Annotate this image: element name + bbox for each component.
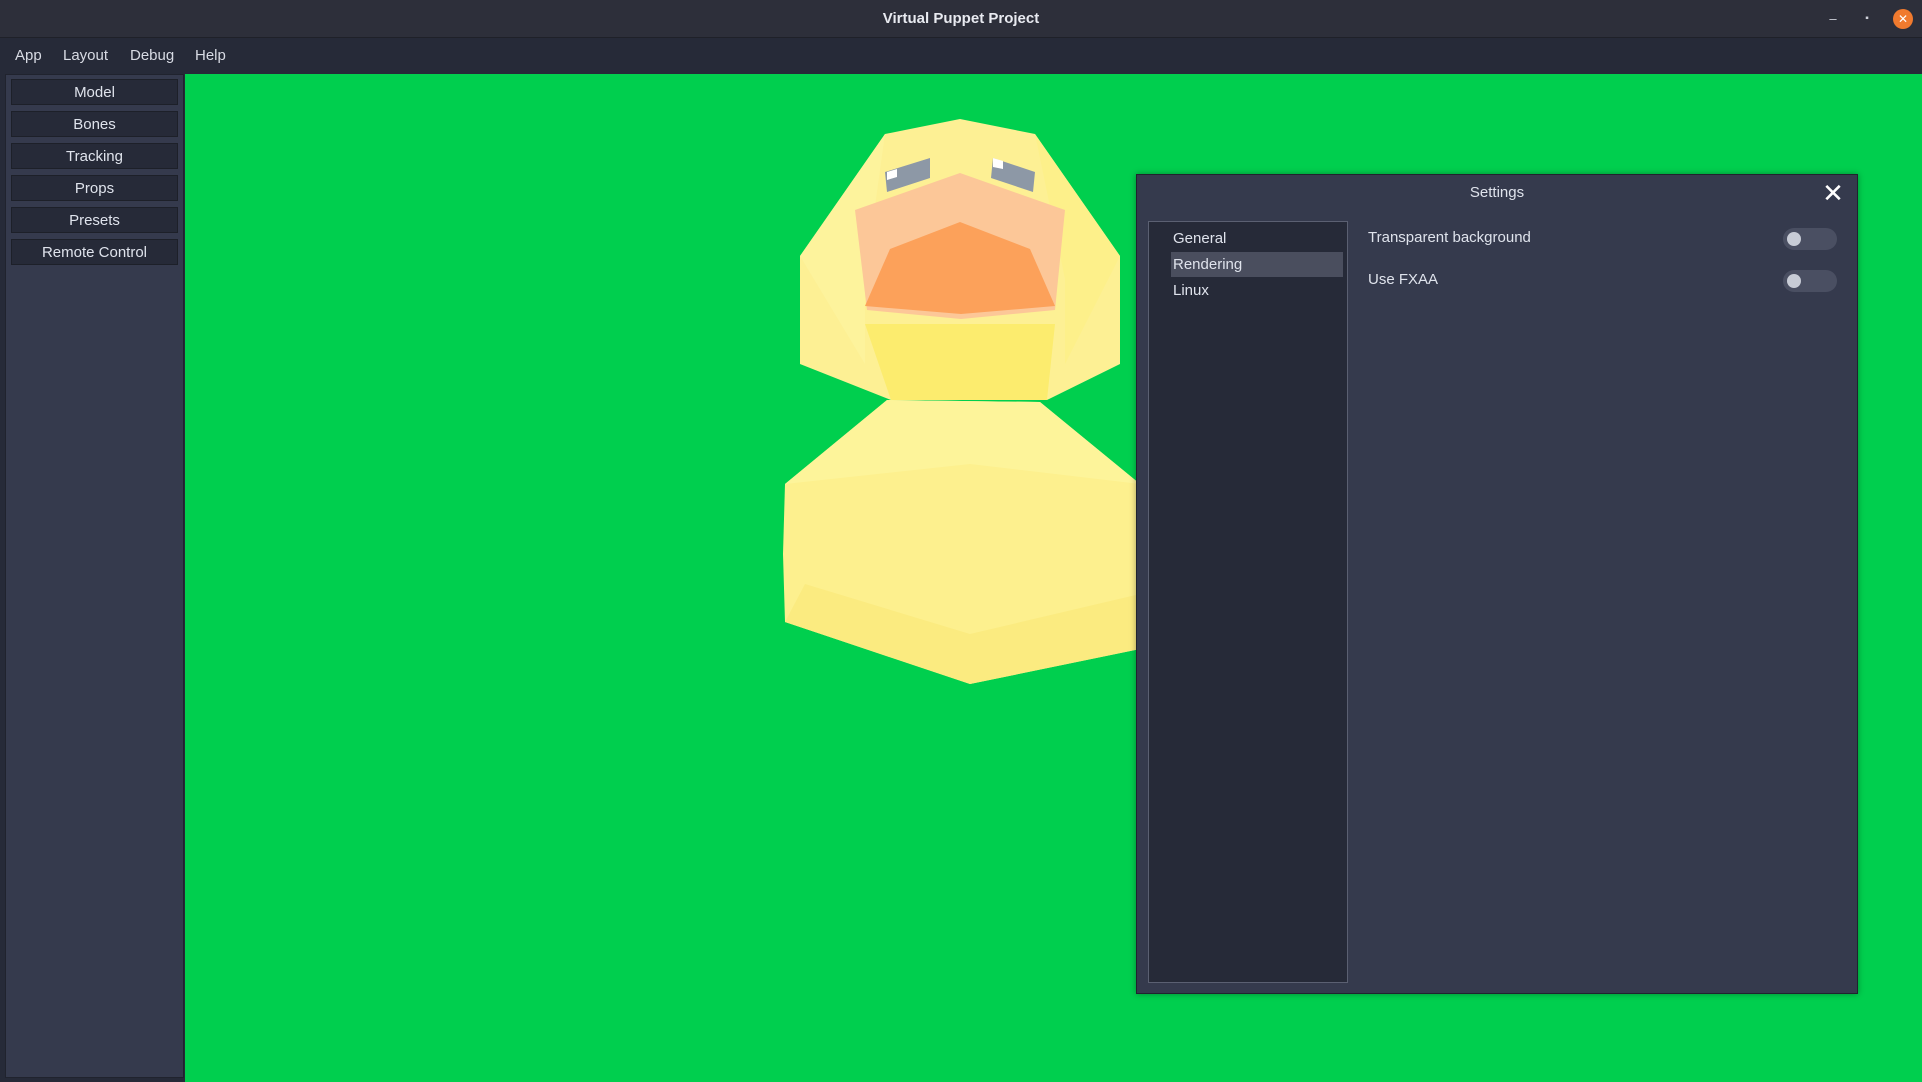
sidebar-button-presets[interactable]: Presets [11, 207, 178, 233]
transparent-background-label: Transparent background [1368, 229, 1531, 246]
toggle-knob [1787, 274, 1801, 288]
window-title: Virtual Puppet Project [882, 10, 1040, 27]
menu-layout[interactable]: Layout [63, 47, 108, 64]
transparent-background-toggle[interactable] [1783, 228, 1837, 250]
minimize-icon[interactable]: – [1824, 10, 1842, 28]
sidebar: Model Bones Tracking Props Presets Remot… [5, 74, 184, 1078]
tab-general[interactable]: General [1171, 226, 1343, 251]
sidebar-button-model[interactable]: Model [11, 79, 178, 105]
close-icon[interactable]: ✕ [1819, 179, 1847, 207]
menu-help[interactable]: Help [195, 47, 226, 64]
sidebar-button-bones[interactable]: Bones [11, 111, 178, 137]
close-window-icon[interactable]: ✕ [1893, 9, 1913, 29]
menubar: App Layout Debug Help [0, 38, 1922, 74]
sidebar-button-tracking[interactable]: Tracking [11, 143, 178, 169]
settings-dialog: Settings ✕ General Rendering Linux Trans… [1136, 174, 1858, 994]
maximize-icon[interactable]: ▪ [1858, 10, 1876, 28]
settings-tab-list: General Rendering Linux [1148, 221, 1348, 983]
menu-debug[interactable]: Debug [130, 47, 174, 64]
menu-app[interactable]: App [15, 47, 42, 64]
use-fxaa-toggle[interactable] [1783, 270, 1837, 292]
window-titlebar: Virtual Puppet Project – ▪ ✕ [0, 0, 1922, 38]
tab-rendering[interactable]: Rendering [1171, 252, 1343, 277]
use-fxaa-label: Use FXAA [1368, 271, 1439, 288]
sidebar-button-remote-control[interactable]: Remote Control [11, 239, 178, 265]
duck-neck [865, 324, 1055, 400]
settings-title: Settings [1469, 184, 1525, 201]
sidebar-button-props[interactable]: Props [11, 175, 178, 201]
tab-linux[interactable]: Linux [1171, 278, 1343, 303]
toggle-knob [1787, 232, 1801, 246]
